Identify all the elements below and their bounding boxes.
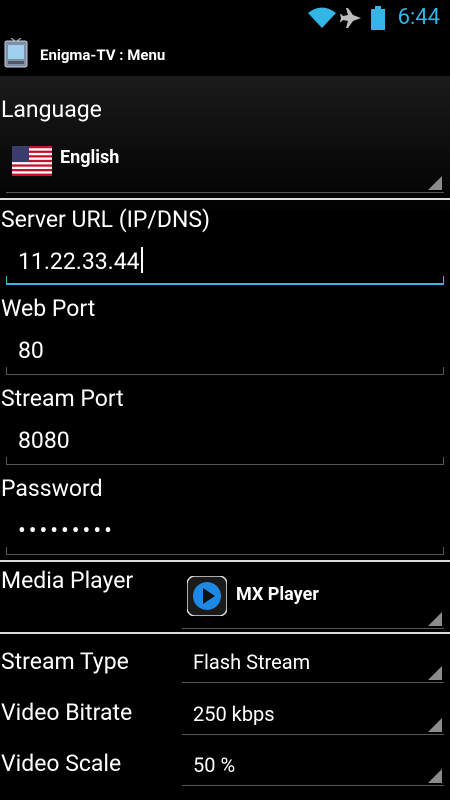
video-bitrate-label: Video Bitrate <box>1 699 133 726</box>
us-flag-icon <box>12 146 52 176</box>
section-divider <box>0 560 450 562</box>
status-bar: 6:44 <box>0 0 450 38</box>
video-bitrate-spinner[interactable]: 250 kbps <box>182 696 444 735</box>
clock: 6:44 <box>397 5 440 30</box>
media-player-label: Media Player <box>1 567 134 594</box>
stream-type-value: Flash Stream <box>193 650 311 674</box>
stream-port-label: Stream Port <box>1 385 124 412</box>
mx-player-icon <box>187 576 227 616</box>
video-scale-spinner[interactable]: 50 % <box>182 747 444 786</box>
server-url-field[interactable]: 11.22.33.44 <box>6 245 444 285</box>
password-label: Password <box>1 475 103 502</box>
video-scale-label: Video Scale <box>1 750 122 777</box>
web-port-label: Web Port <box>1 295 96 322</box>
spinner-arrow-icon <box>428 612 442 626</box>
spinner-arrow-icon <box>428 718 442 732</box>
action-bar: Enigma-TV : Menu <box>0 38 450 76</box>
text-caret <box>140 247 143 273</box>
password-value: ••••••••• <box>18 517 115 544</box>
app-title: Enigma-TV : Menu <box>40 46 166 64</box>
language-spinner[interactable]: English <box>6 132 444 193</box>
video-scale-value: 50 % <box>193 753 236 777</box>
battery-icon <box>371 6 385 30</box>
stream-port-field[interactable]: 8080 <box>6 425 444 465</box>
airplane-icon <box>340 8 361 28</box>
stream-type-label: Stream Type <box>1 648 129 675</box>
wifi-icon <box>308 7 336 28</box>
tv-app-icon[interactable] <box>3 38 31 70</box>
media-player-value: MX Player <box>236 584 319 605</box>
language-value: English <box>60 147 120 168</box>
section-divider <box>0 198 450 200</box>
stream-port-value: 8080 <box>18 427 70 454</box>
server-url-value: 11.22.33.44 <box>18 248 140 275</box>
web-port-field[interactable]: 80 <box>6 335 444 375</box>
spinner-arrow-icon <box>428 769 442 783</box>
media-player-spinner[interactable]: MX Player <box>182 568 444 629</box>
video-bitrate-value: 250 kbps <box>193 702 275 726</box>
section-divider <box>0 632 450 634</box>
web-port-value: 80 <box>18 337 44 364</box>
spinner-arrow-icon <box>428 666 442 680</box>
stream-type-spinner[interactable]: Flash Stream <box>182 644 444 683</box>
server-url-label: Server URL (IP/DNS) <box>1 206 211 233</box>
spinner-arrow-icon <box>428 176 442 190</box>
password-field[interactable]: ••••••••• <box>6 515 444 555</box>
language-label: Language <box>1 96 102 123</box>
settings-form: Language English Server URL (IP/DNS) 11.… <box>0 76 450 800</box>
